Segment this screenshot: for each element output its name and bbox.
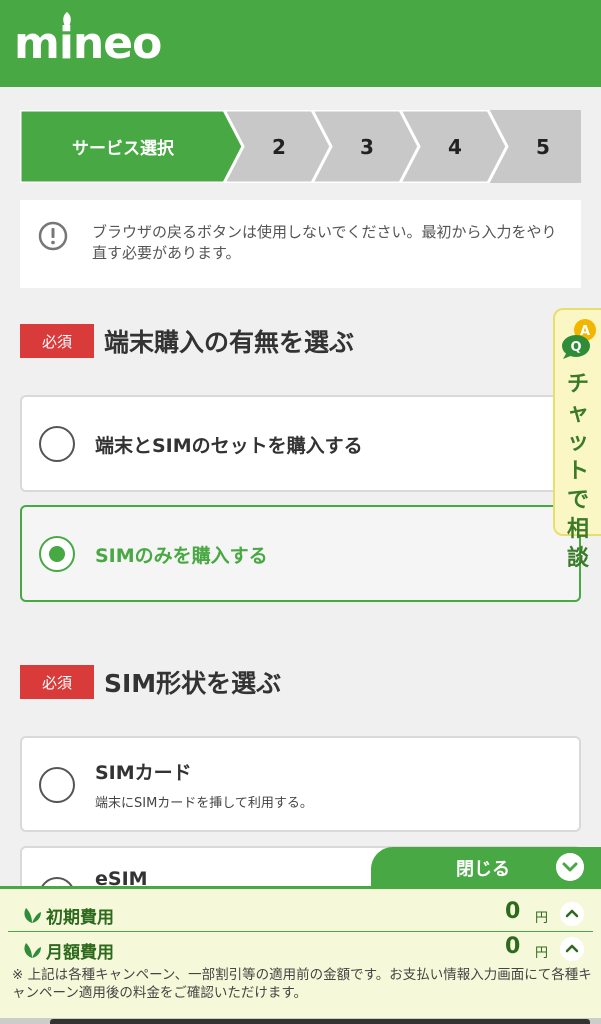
step-progress: サービス選択 2 3 4 5 — [20, 110, 581, 183]
fee-panel-close-tab[interactable]: 閉じる — [371, 847, 601, 887]
section-sim-title: SIM形状を選ぶ — [104, 669, 282, 698]
fee-label: 初期費用 — [46, 908, 114, 928]
option-label: 端末とSIMのセットを購入する — [95, 435, 363, 457]
required-badge: 必須 — [20, 665, 94, 699]
fee-unit: 円 — [535, 911, 549, 926]
radio-selected-dot — [49, 546, 65, 562]
mineo-logo[interactable]: mineo — [14, 16, 162, 72]
home-indicator — [50, 1019, 590, 1024]
section-device-header: 必須 端末購入の有無を選ぶ — [20, 324, 354, 358]
chevron-up-icon[interactable] — [560, 902, 584, 926]
logo-leaf-icon — [63, 12, 71, 30]
chat-consult-tab[interactable]: A Q チャットで相談 — [553, 308, 601, 571]
chat-qa-icon: A Q — [562, 319, 596, 359]
fee-value: 0 — [505, 899, 521, 924]
fee-label: 月額費用 — [46, 943, 114, 963]
fee-row-initial: 初期費用 0 円 — [8, 897, 593, 931]
notice-text: ブラウザの戻るボタンは使用しないでください。最初から入力をやり直す必要があります… — [92, 223, 557, 262]
option-sim-card[interactable]: SIMカード 端末にSIMカードを挿して利用する。 — [20, 736, 581, 832]
svg-text:Q: Q — [570, 340, 581, 355]
radio-button[interactable] — [39, 426, 75, 462]
option-label: SIMカード — [95, 762, 192, 784]
close-label: 閉じる — [456, 859, 510, 880]
step-2-label: 2 — [272, 134, 286, 159]
site-header: mineo — [0, 0, 601, 87]
section-device-title: 端末購入の有無を選ぶ — [104, 328, 355, 357]
fee-summary-panel: 初期費用 0 円 月額費用 0 円 ※ 上記は各種キャンペーン、一部割引等の適用… — [0, 886, 601, 1024]
fee-value: 0 — [505, 934, 521, 959]
step-1-label: サービス選択 — [72, 139, 174, 159]
step-5-label: 5 — [536, 134, 550, 159]
required-badge: 必須 — [20, 324, 94, 358]
exclamation-circle-icon — [38, 221, 68, 251]
leaf-icon — [24, 943, 41, 958]
chat-label: チャットで相談 — [566, 372, 589, 571]
fee-note: ※ 上記は各種キャンペーン、一部割引等の適用前の金額です。お支払い情報入力画面に… — [12, 967, 592, 1001]
fee-unit: 円 — [535, 946, 549, 961]
radio-button-selected[interactable] — [39, 536, 75, 572]
leaf-icon — [24, 908, 41, 923]
chevron-down-icon[interactable] — [556, 853, 584, 881]
section-sim-header: 必須 SIM形状を選ぶ — [20, 665, 281, 699]
step-3-label: 3 — [360, 134, 374, 159]
option-sim-only[interactable]: SIMのみを購入する — [20, 505, 581, 602]
back-button-notice: ブラウザの戻るボタンは使用しないでください。最初から入力をやり直す必要があります… — [20, 200, 581, 288]
step-4-label: 4 — [448, 134, 462, 159]
chevron-up-icon[interactable] — [560, 937, 584, 961]
option-description: 端末にSIMカードを挿して利用する。 — [95, 796, 313, 811]
option-label: SIMのみを購入する — [95, 545, 268, 567]
option-device-and-sim[interactable]: 端末とSIMのセットを購入する — [20, 395, 581, 492]
radio-button[interactable] — [39, 767, 75, 803]
fee-row-monthly: 月額費用 0 円 — [8, 931, 593, 965]
